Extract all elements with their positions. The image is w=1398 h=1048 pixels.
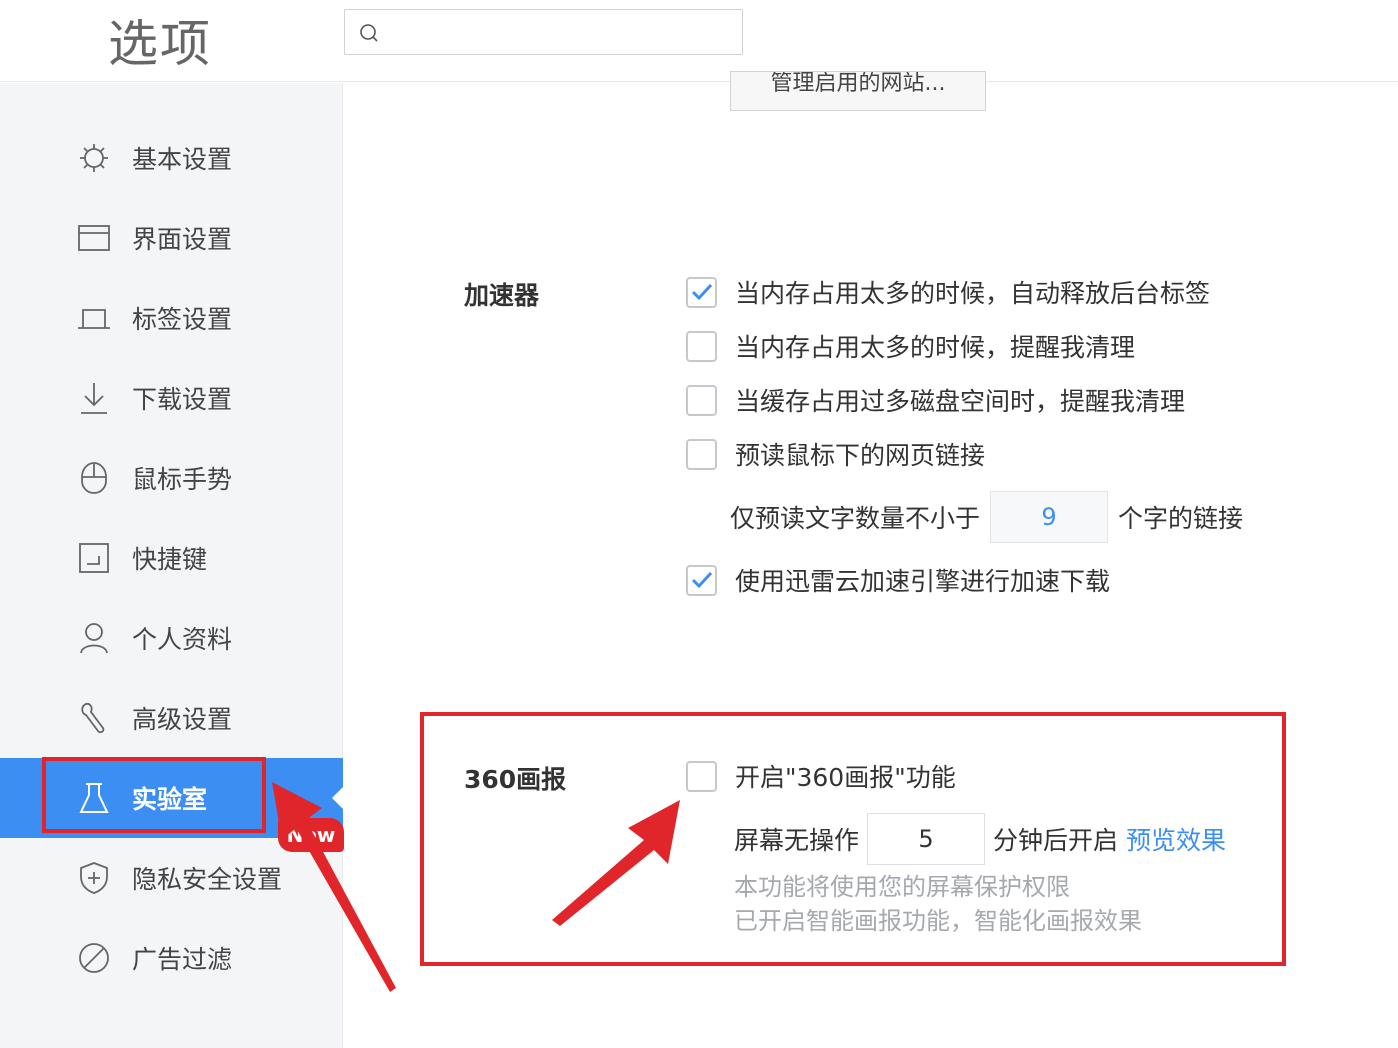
download-icon	[77, 381, 111, 415]
sidebar-item-shortcut[interactable]: 快捷键	[0, 518, 343, 598]
option-label: 当缓存占用过多磁盘空间时，提醒我清理	[735, 387, 1186, 416]
checkbox[interactable]	[686, 564, 717, 596]
option-preread-links[interactable]: 预读鼠标下的网页链接	[686, 437, 985, 471]
gear-icon	[77, 141, 111, 175]
sidebar-item-label: 基本设置	[132, 145, 233, 174]
manage-sites-button[interactable]: 管理启用的网站...	[730, 71, 986, 111]
sidebar-item-label: 广告过滤	[132, 945, 233, 974]
option-auto-release-tabs[interactable]: 当内存占用太多的时候，自动释放后台标签	[686, 275, 1210, 309]
sidebar-item-label: 鼠标手势	[132, 465, 233, 494]
check-icon	[691, 283, 712, 301]
shortcut-icon	[77, 541, 111, 575]
huabao-highlight-box	[420, 712, 1286, 966]
checkbox[interactable]	[686, 276, 717, 308]
checkbox[interactable]	[686, 330, 717, 362]
option-cache-remind[interactable]: 当缓存占用过多磁盘空间时，提醒我清理	[686, 383, 1185, 417]
sidebar-item-label: 个人资料	[132, 625, 233, 654]
preread-suffix: 个字的链接	[1118, 504, 1244, 533]
option-label: 使用迅雷云加速引擎进行加速下载	[735, 567, 1111, 596]
sidebar: 基本设置 界面设置 标签设置 下载设置 鼠标手势 快捷键 个人资料 高级设置 实…	[0, 83, 344, 1048]
tab-icon	[77, 301, 111, 335]
checkbox[interactable]	[686, 438, 717, 470]
top-bar: 选项	[0, 0, 1398, 82]
sidebar-item-label: 高级设置	[132, 705, 233, 734]
search-icon	[360, 24, 378, 42]
shield-icon	[77, 861, 111, 895]
preread-threshold-row: 仅预读文字数量不小于 9 个字的链接	[730, 491, 1243, 543]
sidebar-item-mouse[interactable]: 鼠标手势	[0, 438, 343, 518]
sidebar-item-label: 隐私安全设置	[132, 865, 283, 894]
options-page: 选项 基本设置 界面设置 标签设置 下载设置 鼠标手势 快捷键 个人资料 高级设…	[0, 0, 1398, 1048]
sidebar-item-label: 下载设置	[132, 385, 233, 414]
sidebar-item-profile[interactable]: 个人资料	[0, 598, 343, 678]
sidebar-item-tabs[interactable]: 标签设置	[0, 278, 343, 358]
section-title-accelerator: 加速器	[464, 281, 540, 310]
sidebar-item-interface[interactable]: 界面设置	[0, 198, 343, 278]
preread-count-input[interactable]: 9	[990, 491, 1109, 543]
window-icon	[77, 221, 111, 255]
sidebar-item-label: 界面设置	[132, 225, 233, 254]
search-input[interactable]	[344, 9, 743, 55]
option-memory-remind[interactable]: 当内存占用太多的时候，提醒我清理	[686, 329, 1135, 363]
block-icon	[77, 941, 111, 975]
sidebar-item-label: 快捷键	[132, 545, 208, 574]
option-xunlei-accelerate[interactable]: 使用迅雷云加速引擎进行加速下载	[686, 563, 1110, 597]
check-icon	[691, 571, 712, 589]
sidebar-item-label: 标签设置	[132, 305, 233, 334]
option-label: 当内存占用太多的时候，提醒我清理	[735, 333, 1136, 362]
option-label: 预读鼠标下的网页链接	[735, 441, 986, 470]
user-icon	[77, 621, 111, 655]
sidebar-item-basic[interactable]: 基本设置	[0, 118, 343, 198]
page-title: 选项	[108, 15, 212, 73]
new-badge: New	[278, 818, 344, 852]
preread-prefix: 仅预读文字数量不小于	[730, 504, 981, 533]
sidebar-item-advanced[interactable]: 高级设置	[0, 678, 343, 758]
lab-highlight-box	[42, 757, 266, 833]
option-label: 当内存占用太多的时候，自动释放后台标签	[735, 279, 1211, 308]
sidebar-item-adblock[interactable]: 广告过滤	[0, 918, 343, 998]
checkbox[interactable]	[686, 384, 717, 416]
sidebar-item-download[interactable]: 下载设置	[0, 358, 343, 438]
mouse-icon	[77, 461, 111, 495]
active-indicator	[332, 786, 344, 810]
wrench-icon	[77, 701, 111, 735]
